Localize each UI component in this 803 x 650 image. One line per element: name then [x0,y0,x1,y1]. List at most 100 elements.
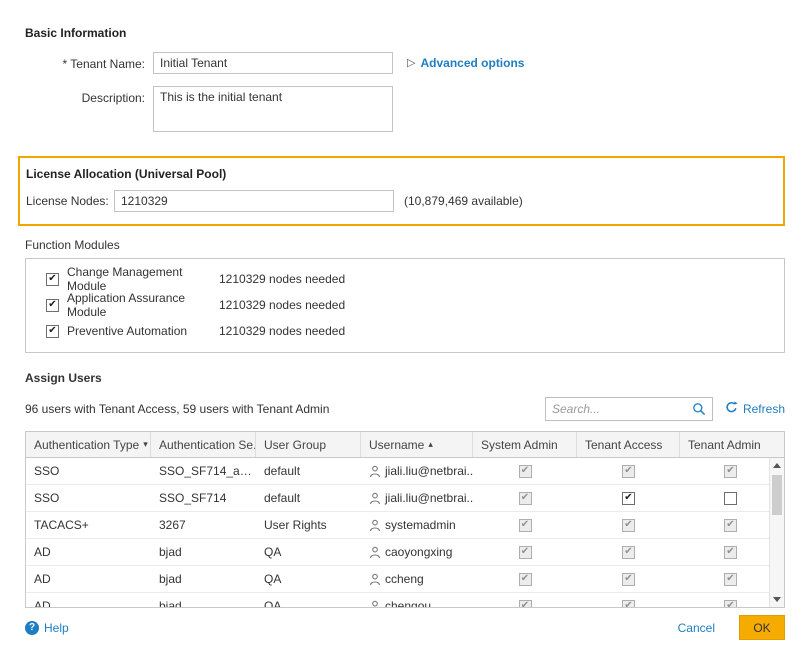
tenant-access-checkbox: ✔ [622,573,635,586]
user-icon [369,600,381,608]
refresh-label: Refresh [743,402,785,416]
user-row[interactable]: TACACS+3267User Rights systemadmin ✔ ✔ ✔ [26,512,784,539]
tenant-admin-checkbox: ✔ [724,546,737,559]
advanced-options-link[interactable]: Advanced options [420,56,524,70]
scrollbar-thumb[interactable] [772,475,782,515]
auth-server-cell: bjad [151,599,256,607]
module-nodes-text: 1210329 nodes needed [219,298,345,312]
user-icon [369,546,381,559]
check-mark-icon: ✔ [726,520,734,530]
assign-users-title: Assign Users [25,371,803,385]
column-header-system-admin[interactable]: System Admin [473,432,577,457]
module-checkbox[interactable]: ✔ [46,273,59,286]
username-text: jiali.liu@netbrai... [385,491,473,505]
tenant-access-checkbox-cell: ✔ [577,492,680,505]
user-row[interactable]: ADbjadQAccheng✔✔✔ [26,566,784,593]
expander-arrow-icon: ▷ [407,58,415,69]
tenant-access-checkbox[interactable]: ✔ [622,492,635,505]
check-mark-icon: ✔ [726,601,734,607]
tenant-admin-checkbox-cell [680,492,781,505]
check-mark-icon: ✔ [521,520,529,530]
user-group-cell: QA [256,572,361,586]
scroll-down-button[interactable] [770,592,784,607]
check-mark-icon: ✔ [48,274,56,284]
check-mark-icon: ✔ [624,493,632,503]
refresh-button[interactable]: Refresh [725,401,785,417]
username-text: chengou [385,599,431,607]
auth-type-cell: AD [26,545,151,559]
user-icon [369,492,381,505]
tenant-admin-checkbox: ✔ [724,465,737,478]
license-nodes-label: License Nodes: [26,194,114,208]
table-header-row: Authentication Type▾Authentication Se...… [26,432,784,458]
user-search-input[interactable] [546,402,686,416]
advanced-options-expander[interactable]: ▷ Advanced options [407,52,524,70]
help-button[interactable]: ? Help [25,621,69,635]
tenant-admin-checkbox[interactable] [724,492,737,505]
tenant-name-input[interactable] [153,52,393,74]
system-admin-checkbox-cell: ✔ [473,492,577,505]
search-icon[interactable] [686,402,712,416]
column-label: System Admin [481,438,558,452]
tenant-access-checkbox-cell: ✔ [577,519,680,532]
refresh-icon [725,401,738,417]
auth-server-cell: SSO_SF714_admin [151,464,256,478]
module-label: Preventive Automation [67,324,219,338]
check-mark-icon: ✔ [624,601,632,607]
column-header-username[interactable]: Username▴ [361,432,473,457]
system-admin-checkbox: ✔ [519,573,532,586]
auth-server-cell: 3267 [151,518,256,532]
column-header-tenant-admin[interactable]: Tenant Admin [680,432,781,457]
column-header-authentication-se[interactable]: Authentication Se... [151,432,256,457]
user-row[interactable]: SSOSSO_SF714defaultjiali.liu@netbrai...✔… [26,485,784,512]
username-text: ccheng [385,572,424,586]
user-row[interactable]: ADbjadQAcaoyongxing✔✔✔ [26,539,784,566]
module-checkbox[interactable]: ✔ [46,325,59,338]
user-row[interactable]: SSOSSO_SF714_admindefaultjiali.liu@netbr… [26,458,784,485]
tenant-access-checkbox: ✔ [622,465,635,478]
table-scrollbar[interactable] [769,458,784,607]
user-group-cell: default [256,464,361,478]
function-module-row: ✔ Change Management Module1210329 nodes n… [26,266,784,292]
check-mark-icon: ✔ [48,300,56,310]
column-header-user-group[interactable]: User Group [256,432,361,457]
username-text: systemadmin [385,518,456,532]
license-section-title: License Allocation (Universal Pool) [26,167,783,181]
user-group-cell: User Rights [256,518,361,532]
column-label: Authentication Type [34,438,139,452]
check-mark-icon: ✔ [624,520,632,530]
username-cell: jiali.liu@netbrai... [361,491,473,505]
basic-information-title: Basic Information [25,26,803,40]
username-cell: jiali.liu@netbrai... [361,464,473,478]
tenant-admin-checkbox: ✔ [724,600,737,608]
user-group-cell: default [256,491,361,505]
license-nodes-input[interactable] [114,190,394,212]
function-module-row: ✔Preventive Automation1210329 nodes need… [26,318,784,344]
check-mark-icon: ✔ [521,547,529,557]
system-admin-checkbox: ✔ [519,465,532,478]
check-mark-icon: ✔ [521,574,529,584]
auth-type-cell: TACACS+ [26,518,151,532]
module-label: Application Assurance Module [67,291,219,319]
module-label: Change Management Module [67,265,219,293]
scroll-up-icon [773,463,781,468]
license-available-text: (10,879,469 available) [404,194,523,208]
tenant-admin-checkbox: ✔ [724,573,737,586]
basic-information-section: Basic Information * Tenant Name: ▷ Advan… [0,0,803,132]
system-admin-checkbox: ✔ [519,519,532,532]
module-checkbox[interactable]: ✔ [46,299,59,312]
username-cell: ccheng [361,572,473,586]
description-label: Description: [25,86,145,105]
ok-button[interactable]: OK [739,615,785,640]
module-nodes-text: 1210329 nodes needed [219,272,345,286]
column-header-authentication-type[interactable]: Authentication Type▾ [26,432,151,457]
check-mark-icon: ✔ [726,547,734,557]
system-admin-checkbox-cell: ✔ [473,600,577,608]
auth-server-cell: SSO_SF714 [151,491,256,505]
user-icon [369,519,381,532]
cancel-button[interactable]: Cancel [678,621,715,635]
column-header-tenant-access[interactable]: Tenant Access [577,432,680,457]
description-input[interactable]: This is the initial tenant [153,86,393,132]
user-row[interactable]: ADbjadQAchengou✔✔✔ [26,593,784,607]
scroll-up-button[interactable] [770,458,784,473]
